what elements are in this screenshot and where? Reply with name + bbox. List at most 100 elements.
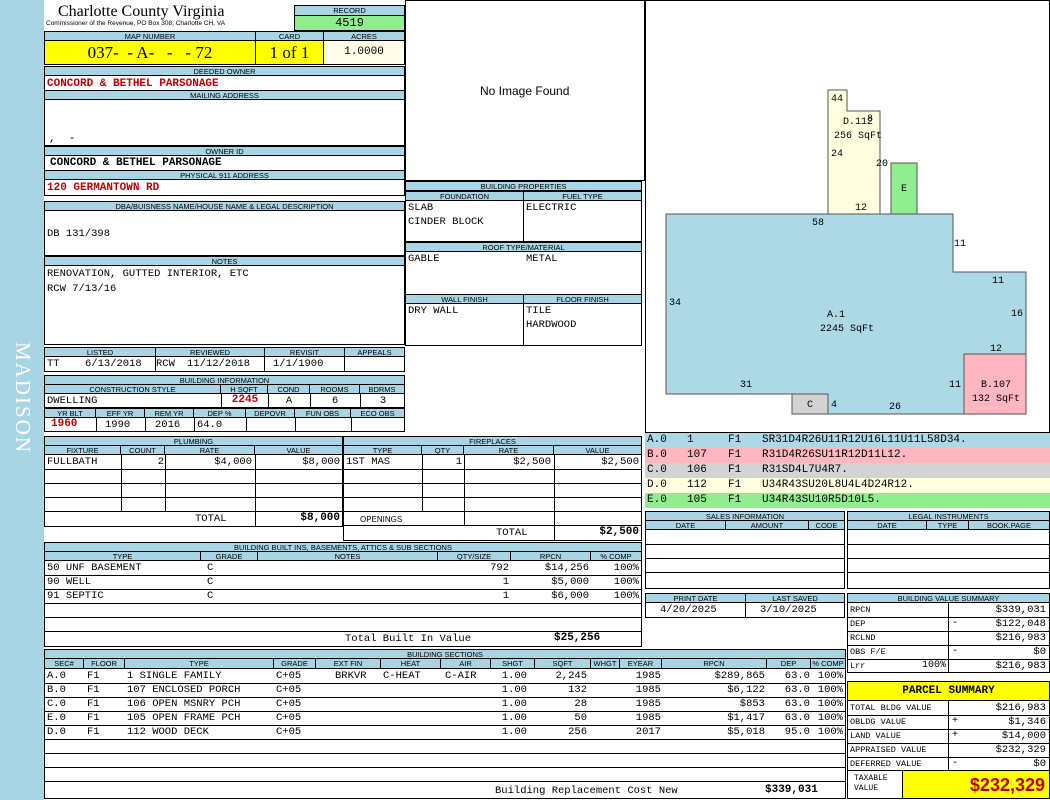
sketch-dim: 24 <box>831 149 843 160</box>
replacement-cost-label: Building Replacement Cost New <box>495 785 678 797</box>
sketch-dim: 31 <box>740 380 752 391</box>
rooms: 6 <box>331 395 339 407</box>
vector-code: 107 <box>687 449 707 461</box>
builtin-rpcn: $14,256 <box>544 562 589 574</box>
vector-row: E.0 105 F1 U34R43SU10R5D10L5. <box>645 493 1050 508</box>
section-shgt: 1.00 <box>501 698 527 710</box>
summary-value: $216,983 <box>995 632 1046 644</box>
sketch-sqft-a: 2245 SqFt <box>820 324 874 335</box>
deeded-owner-box: CONCORD & BETHEL PARSONAGE <box>44 75 405 91</box>
taxable-label: TAXABLE VALUE <box>854 774 888 793</box>
sketch-dim: 20 <box>876 159 888 170</box>
vector-code: 1 <box>687 434 694 446</box>
mailing-address: , - <box>49 133 76 145</box>
mailing-address-box: , - <box>44 99 405 146</box>
sketch-dim: 11 <box>949 380 961 391</box>
sketch-dim: 4 <box>831 400 837 411</box>
fireplace-qty: 1 <box>455 456 462 468</box>
section-shgt: 1.00 <box>501 726 527 738</box>
summary-value: $216,983 <box>995 702 1046 714</box>
physical-address-box: 120 GERMANTOWN RD <box>44 179 405 196</box>
section-sqft: 50 <box>574 712 587 724</box>
section-dep: 63.0 <box>784 684 810 696</box>
section-type: 105 OPEN FRAME PCH <box>127 712 241 724</box>
summary-pct: 100% <box>921 660 946 671</box>
vector-code: 105 <box>687 494 707 506</box>
sketch-vectors: A.0 1 F1 SR31D4R26U11R12U16L11U11L58D34. B.0… <box>645 433 1050 508</box>
section-type: 1 SINGLE FAMILY <box>127 670 222 682</box>
vector-row: C.0 106 F1 R31SD4L7U4R7. <box>645 463 1050 478</box>
sketch-dim: 12 <box>990 344 1002 355</box>
deeded-owner: CONCORD & BETHEL PARSONAGE <box>47 78 219 90</box>
section-eyear: 2017 <box>635 726 661 738</box>
section-type: 106 OPEN MSNRY PCH <box>127 698 241 710</box>
vector-sec: C.0 <box>647 464 667 476</box>
floor-finish: TILE <box>526 305 552 317</box>
sketch-label-b: B.107 <box>981 380 1011 391</box>
section-sec: D.0 <box>47 726 66 738</box>
print-dates-row: 4/20/2025 3/10/2025 <box>645 602 845 618</box>
foundation-value: SLAB <box>408 202 434 214</box>
builtin-type: 50 UNF BASEMENT <box>47 562 142 574</box>
builtins-table: 50 UNF BASEMENT C 792 $14,256 100% 90 WE… <box>44 560 642 647</box>
parcel-summary-table: TOTAL BLDG VALUE $216,983 OBLDG VALUE + $1,3… <box>847 700 1050 771</box>
taxable-label-box: TAXABLE VALUE <box>847 770 903 799</box>
vector-row: D.0 112 F1 U34R43SU20L8U4L4D24R12. <box>645 478 1050 493</box>
section-grade: C+05 <box>276 684 302 696</box>
section-comp: 100% <box>817 726 843 738</box>
vector-row: A.0 1 F1 SR31D4R26U11R12U16L11U11L58D34. <box>645 433 1050 448</box>
builtin-rpcn: $5,000 <box>551 576 589 588</box>
sketch-label-e: E <box>901 184 907 195</box>
section-floor: F1 <box>87 698 100 710</box>
photo-placeholder: No Image Found <box>405 0 645 181</box>
section-eyear: 1985 <box>635 712 661 724</box>
parcel-summary-title: PARCEL SUMMARY <box>847 681 1050 701</box>
summary-value: $1,346 <box>1008 716 1046 728</box>
physical-address: 120 GERMANTOWN RD <box>47 182 160 194</box>
section-comp: 100% <box>817 712 843 724</box>
builtin-qty: 1 <box>502 590 509 602</box>
vector-floor: F1 <box>728 479 742 491</box>
listed-date: 6/13/2018 <box>85 358 142 370</box>
plumbing-count: 2 <box>157 456 164 468</box>
vector-sec: B.0 <box>647 449 667 461</box>
vector-sec: D.0 <box>647 479 667 491</box>
vector-vec: U34R43SU20L8U4L4D24R12. <box>762 479 914 491</box>
section-dep: 63.0 <box>784 712 810 724</box>
summary-label: Lrr <box>850 661 866 671</box>
section-rpcn: $5,018 <box>727 726 765 738</box>
summary-label: APPRAISED VALUE <box>850 745 927 755</box>
vector-code: 106 <box>687 464 707 476</box>
note-line: RCW 7/13/16 <box>47 283 117 295</box>
sketch-sqft-b: 132 SqFt <box>972 394 1020 405</box>
wall-finish: DRY WALL <box>408 305 459 317</box>
condition: A <box>285 395 293 407</box>
year-built: 1960 <box>51 418 78 430</box>
section-shgt: 1.00 <box>501 684 527 696</box>
section-eyear: 1985 <box>635 670 661 682</box>
sketch-sqft-d: 256 SqFt <box>834 131 882 142</box>
sketch-dim: 11 <box>992 276 1004 287</box>
plumbing-table: FULLBATH 2 $4,000 $8,000 TOTAL $8,000 <box>44 454 343 527</box>
builtins-total: $25,256 <box>554 632 601 644</box>
vector-sec: A.0 <box>647 434 667 446</box>
openings-label: OPENINGS <box>360 515 403 524</box>
fireplaces-table: 1ST MAS 1 $2,500 $2,500 OPENINGS TOTAL $… <box>343 454 642 541</box>
builtin-comp: 100% <box>613 562 639 574</box>
legal-table <box>847 529 1050 589</box>
summary-label: OBS F/E <box>850 647 886 657</box>
plumbing-total: $8,000 <box>300 512 340 524</box>
vector-floor: F1 <box>728 449 742 461</box>
section-sec: E.0 <box>47 712 66 724</box>
record-number: 4519 <box>294 15 405 31</box>
section-dep: 95.0 <box>784 726 810 738</box>
bedrooms: 3 <box>379 395 387 407</box>
section-comp: 100% <box>817 670 843 682</box>
roof-type: GABLE <box>408 253 440 265</box>
builtin-grade: C <box>207 576 214 588</box>
roof-material: METAL <box>526 253 558 265</box>
section-rpcn: $1,417 <box>727 712 765 724</box>
section-sec: A.0 <box>47 670 66 682</box>
section-floor: F1 <box>87 684 100 696</box>
section-dep: 63.0 <box>784 698 810 710</box>
